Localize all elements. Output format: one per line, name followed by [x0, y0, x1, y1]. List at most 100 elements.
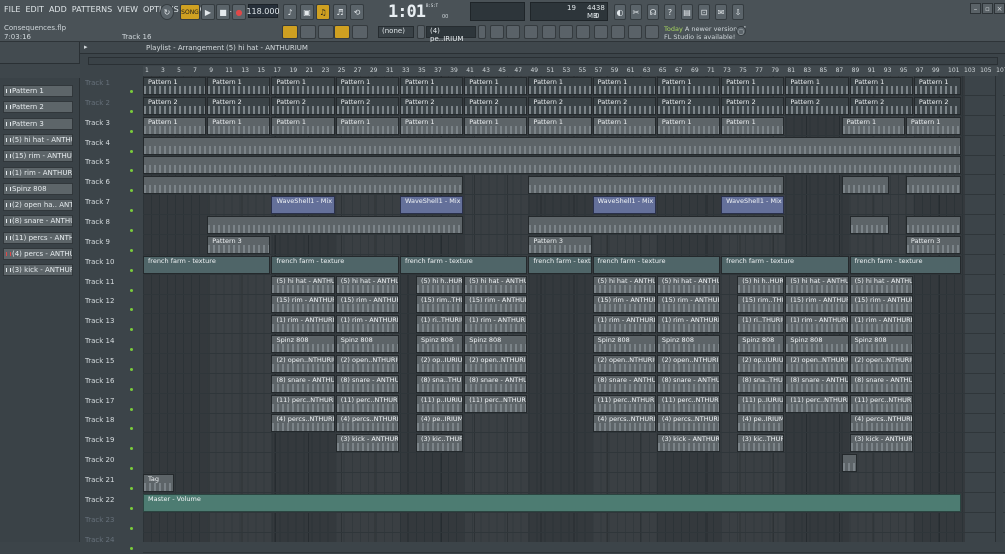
metronome-icon[interactable]: ♪ — [283, 4, 297, 20]
track-enable-led[interactable] — [130, 487, 133, 490]
track-enable-led[interactable] — [130, 228, 133, 232]
playlist-clip[interactable]: Pattern 1 — [399, 77, 464, 95]
next-icon[interactable] — [300, 25, 316, 39]
playlist-clip[interactable]: Spinz 808 — [416, 335, 464, 354]
pin-icon[interactable] — [611, 25, 625, 39]
playlist-clip[interactable]: Pattern 1 — [207, 77, 271, 95]
playlist-clip[interactable]: (4) percs..NTHURIUM — [656, 414, 721, 433]
pattern-item[interactable]: (5) hi hat - ANTHURIUM — [3, 133, 73, 146]
track-enable-led[interactable] — [130, 109, 133, 113]
track-header[interactable]: Track 7 — [80, 196, 132, 216]
playlist-clip[interactable] — [143, 176, 464, 195]
playlist-clip[interactable]: Spinz 808 — [785, 335, 849, 354]
playlist-clip[interactable]: (15) rim..THURIUM — [416, 295, 464, 314]
add-pattern-icon[interactable] — [478, 25, 486, 39]
menu-add[interactable]: ADD — [49, 5, 67, 14]
playlist-clip[interactable]: (15) rim - ANTHURIUM — [656, 295, 721, 314]
track-enable-led[interactable] — [130, 447, 133, 451]
playlist-clip[interactable]: Pattern 2 — [399, 96, 464, 115]
playlist-clip[interactable]: Pattern 2 — [143, 96, 207, 115]
playlist-clip[interactable]: (2) open..NTHURIUM — [271, 354, 335, 373]
track-enable-led[interactable] — [130, 268, 133, 272]
track-enable-led[interactable] — [130, 546, 133, 550]
render-icon[interactable]: ⊡ — [698, 4, 710, 20]
playlist-clip[interactable]: Pattern 1 — [464, 116, 528, 135]
playlist-clip[interactable]: WaveShell1 - Mix level — [271, 196, 335, 215]
playlist-clip[interactable] — [528, 215, 785, 234]
playlist-clip[interactable]: Spinz 808 — [335, 335, 399, 354]
pattern-item[interactable]: (3) kick - ANTHURIUM — [3, 264, 73, 277]
countdown-icon[interactable]: ♫ — [316, 4, 330, 20]
playlist-clip[interactable]: (3) kick - ANTHURIUM — [656, 434, 721, 453]
playlist-clip[interactable]: Pattern 2 — [528, 96, 592, 115]
playlist-clip[interactable] — [207, 215, 464, 234]
playlist-clip[interactable]: Pattern 1 — [528, 77, 592, 95]
playlist-clip[interactable]: Pattern 2 — [656, 96, 721, 115]
track-header[interactable]: Track 19 — [80, 434, 132, 454]
playlist-clip[interactable]: Pattern 1 — [656, 116, 721, 135]
wait-icon[interactable]: ▣ — [300, 4, 314, 20]
stamp-icon[interactable] — [352, 25, 368, 39]
pattern-item[interactable]: (15) rim - ANTHURIUM — [3, 150, 73, 163]
touch-controller-icon[interactable] — [576, 25, 590, 39]
track-header[interactable]: Track 13 — [80, 315, 132, 335]
cart-icon[interactable] — [645, 25, 659, 39]
playlist-clip[interactable]: Pattern 1 — [592, 116, 656, 135]
playlist-clip[interactable]: (5) hi hat - ANTHURIUM — [335, 275, 399, 294]
playlist-clip[interactable]: (4) pe..IRIUM — [416, 414, 464, 433]
track-header[interactable]: Track 15 — [80, 355, 132, 375]
playlist-clip[interactable]: (8) snare - ANTHURIUM — [464, 374, 528, 393]
news-panel[interactable]: Today A newer version of FL Studio is av… — [664, 25, 746, 41]
playlist-clip[interactable]: Spinz 808 — [464, 335, 528, 354]
track-header[interactable]: Track 9 — [80, 236, 132, 256]
track-header[interactable]: Track 23 — [80, 514, 132, 534]
playlist-clip[interactable]: Pattern 1 — [399, 116, 464, 135]
step-edit-icon[interactable]: ♬ — [333, 4, 347, 20]
playlist-clip[interactable]: (3) kick - ANTHURIUM — [849, 434, 913, 453]
song-mode-button[interactable]: SONG — [180, 4, 200, 20]
track-enable-led[interactable] — [130, 169, 133, 173]
playlist-clip[interactable]: french farm - texture — [399, 255, 528, 274]
playlist-clip[interactable]: (8) snare - ANTHURIUM — [592, 374, 656, 393]
playlist-clip[interactable]: (15) rim - ANTHURIUM — [592, 295, 656, 314]
playlist-clip[interactable]: (8) sna..THURIUM — [737, 374, 785, 393]
playlist-clip[interactable]: (3) kic..THURIUM — [416, 434, 464, 453]
playlist-clip[interactable]: Pattern 1 — [143, 77, 207, 95]
playlist-clip[interactable]: (3) kic..THURIUM — [737, 434, 785, 453]
playlist-clip[interactable]: (8) snare - ANTHURIUM — [335, 374, 399, 393]
playlist-clip[interactable]: (4) percs..NTHURIUM — [592, 414, 656, 433]
playlist-clip[interactable]: (11) perc..NTHURIUM — [785, 394, 849, 413]
cut-icon[interactable]: ✂ — [630, 4, 642, 20]
plugin-picker-icon[interactable] — [559, 25, 573, 39]
playlist-clip[interactable]: Spinz 808 — [656, 335, 721, 354]
track-header[interactable]: Track 11 — [80, 276, 132, 296]
help-icon[interactable]: ? — [664, 4, 676, 20]
pattern-item[interactable]: Pattern 2 — [3, 101, 73, 114]
playlist-clip[interactable]: (11) perc..NTHURIUM — [271, 394, 335, 413]
track-enable-led[interactable] — [130, 427, 133, 431]
playlist-clip[interactable]: Pattern 2 — [592, 96, 656, 115]
chat-icon[interactable]: ✉ — [715, 4, 727, 20]
channel-rack-icon[interactable] — [524, 25, 538, 39]
playlist-clip[interactable]: Spinz 808 — [849, 335, 913, 354]
pattern-item[interactable]: (4) percs - ANTHURIUM — [3, 248, 73, 260]
playlist-clip[interactable]: Spinz 808 — [271, 335, 335, 354]
loop-record-icon[interactable]: ⟲ — [350, 4, 364, 20]
playlist-clip[interactable] — [841, 454, 857, 473]
menu-view[interactable]: VIEW — [117, 5, 138, 14]
playlist-clip[interactable]: (8) snare - ANTHURIUM — [785, 374, 849, 393]
track-enable-led[interactable] — [130, 209, 133, 213]
playlist-clip[interactable]: Pattern 1 — [656, 77, 721, 95]
playlist-clip[interactable]: (15) rim - ANTHURIUM — [849, 295, 913, 314]
playlist-clip[interactable]: (15) rim..THURIUM — [737, 295, 785, 314]
pattern-item[interactable]: (1) rim - ANTHURIUM — [3, 166, 73, 179]
playlist-clip[interactable]: Pattern 2 — [335, 96, 399, 115]
playlist-clip[interactable]: french farm - texture — [271, 255, 399, 274]
close-icon[interactable]: × — [994, 3, 1005, 14]
playlist-clip[interactable]: Pattern 1 — [849, 77, 913, 95]
playlist-clip[interactable]: Pattern 2 — [785, 96, 849, 115]
playlist-clip[interactable]: (1) rim - ANTHURIUM — [271, 315, 335, 334]
timeline-ruler[interactable]: 1 3 5 7 9 11 13 15 17 19 21 23 25 27 29 31 33 35 37 39 41 43 4… — [143, 66, 1005, 76]
link-icon[interactable] — [334, 25, 350, 39]
playlist-clip[interactable]: french farm - texture — [143, 255, 271, 274]
